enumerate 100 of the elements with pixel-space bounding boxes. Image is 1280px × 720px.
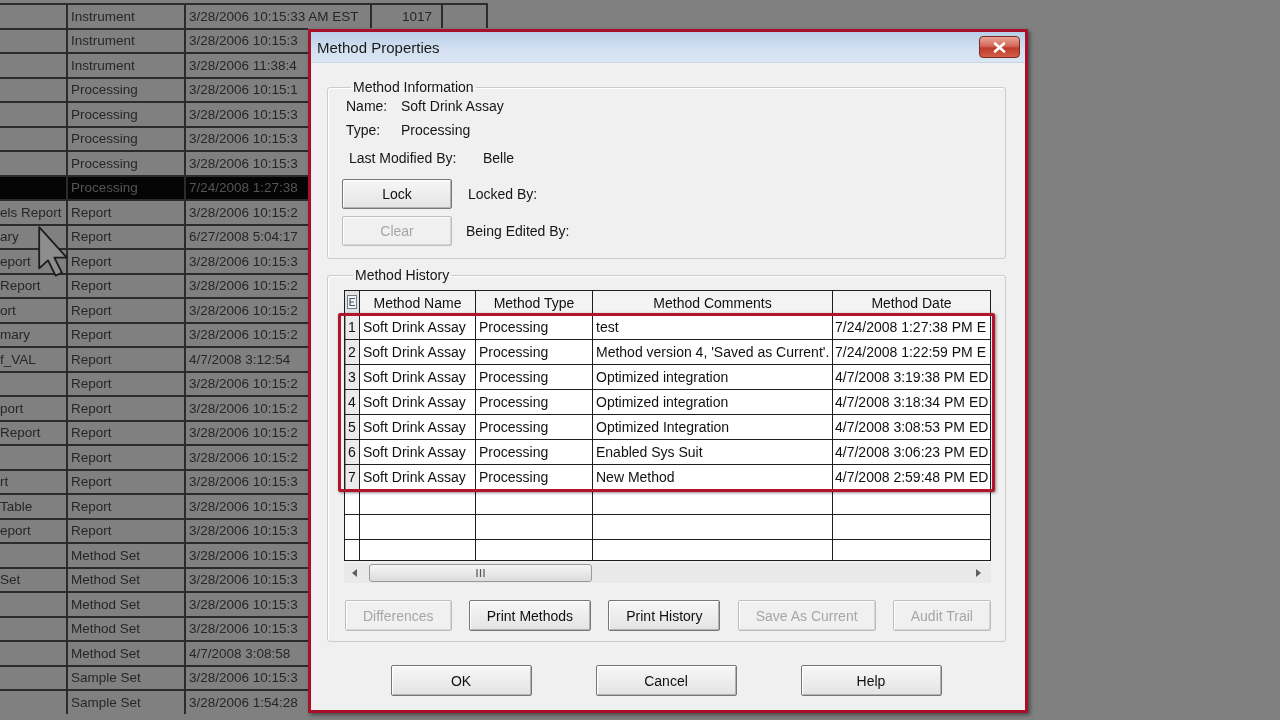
table-row[interactable]: Report Report 3/28/2006 10:15:2 bbox=[0, 272, 308, 297]
column-header[interactable]: Method Type bbox=[476, 291, 593, 314]
table-cell: Optimized integration bbox=[593, 390, 833, 414]
history-button[interactable]: Print Methods bbox=[468, 600, 592, 631]
row-header[interactable]: 1 bbox=[345, 315, 360, 339]
action-button[interactable]: Lock bbox=[342, 179, 452, 209]
table-cell-text: 7/24/2008 1:27:38 bbox=[188, 179, 299, 198]
table-row[interactable]: Method Set 3/28/2006 10:15:3 bbox=[0, 591, 308, 616]
table-row[interactable]: Report Report 3/28/2006 10:15:2 bbox=[0, 419, 308, 444]
close-button[interactable] bbox=[979, 36, 1020, 58]
table-row[interactable]: Method Set 3/28/2006 10:15:3 bbox=[0, 615, 308, 640]
table-cell: Processing bbox=[476, 340, 593, 364]
table-row[interactable]: eport Report 3/28/2006 10:15:3 bbox=[0, 248, 308, 273]
scrollbar-thumb[interactable] bbox=[369, 564, 592, 582]
table-row[interactable]: port Report 3/28/2006 10:15:2 bbox=[0, 395, 308, 420]
table-row[interactable]: Processing 3/28/2006 10:15:1 bbox=[0, 76, 308, 101]
table-cell-text: 3/28/2006 10:15:1 bbox=[188, 81, 299, 100]
column-header[interactable]: Method Date bbox=[833, 291, 990, 314]
table-cell: Optimized integration bbox=[593, 365, 833, 389]
table-cell-text: 3/28/2006 10:15:3 bbox=[188, 32, 299, 51]
row-header[interactable]: 6 bbox=[345, 440, 360, 464]
table-cell-text: 3/28/2006 10:15:2 bbox=[188, 326, 299, 345]
table-cell-text: 3/28/2006 10:15:3 bbox=[188, 154, 299, 173]
table-row[interactable]: Report 3/28/2006 10:15:2 bbox=[0, 444, 308, 469]
table-row[interactable]: Set Method Set 3/28/2006 10:15:3 bbox=[0, 566, 308, 591]
table-row[interactable]: Sample Set 3/28/2006 10:15:3 bbox=[0, 664, 308, 689]
table-cell: Optimized Integration bbox=[593, 415, 833, 439]
table-cell: Sample Set bbox=[68, 691, 186, 714]
column-header[interactable]: Method Name bbox=[360, 291, 476, 314]
table-cell-text: 3/28/2006 10:15:3 bbox=[188, 595, 299, 614]
table-cell: Soft Drink Assay bbox=[360, 340, 476, 364]
table-cell-text: 4/7/2008 3:06:23 PM ED bbox=[834, 443, 990, 462]
table-cell-text: 3/28/2006 10:15:3 bbox=[188, 473, 299, 492]
table-cell-text: 3/28/2006 10:15:3 bbox=[188, 669, 299, 688]
table-row[interactable]: Processing 3/28/2006 10:15:3 bbox=[0, 101, 308, 126]
table-row[interactable]: Method Set 4/7/2008 3:08:58 bbox=[0, 640, 308, 665]
table-cell: Processing bbox=[476, 440, 593, 464]
close-icon bbox=[993, 41, 1006, 53]
table-row[interactable]: mary Report 3/28/2006 10:15:2 bbox=[0, 321, 308, 346]
horizontal-scrollbar[interactable] bbox=[344, 563, 991, 583]
table-row[interactable]: Instrument 3/28/2006 10:15:33 AM EST 1017 bbox=[0, 3, 488, 28]
table-cell-text: 7/24/2008 1:22:59 PM E bbox=[834, 343, 987, 362]
table-cell-text: 4/7/2008 3:12:54 bbox=[188, 350, 292, 369]
table-row[interactable]: Method Set 3/28/2006 10:15:3 bbox=[0, 542, 308, 567]
row-header[interactable]: 2 bbox=[345, 340, 360, 364]
status-label: Being Edited By: bbox=[466, 223, 570, 239]
grip-icon bbox=[476, 569, 485, 577]
table-cell-text: 4/7/2008 3:08:53 PM ED bbox=[834, 418, 990, 437]
dialog-button[interactable]: Help bbox=[800, 665, 942, 696]
table-cell-text: 3/28/2006 10:15:3 bbox=[188, 571, 299, 590]
table-cell: Soft Drink Assay bbox=[360, 440, 476, 464]
table-row[interactable]: els Report Report 3/28/2006 10:15:2 bbox=[0, 199, 308, 224]
table-row[interactable]: Processing 7/24/2008 1:27:38 bbox=[0, 174, 308, 199]
table-row[interactable]: rt Report 3/28/2006 10:15:3 bbox=[0, 468, 308, 493]
table-row[interactable]: eport Report 3/28/2006 10:15:3 bbox=[0, 517, 308, 542]
table-cell: Soft Drink Assay bbox=[360, 315, 476, 339]
field-value: Soft Drink Assay bbox=[401, 98, 504, 114]
table-row[interactable]: ort Report 3/28/2006 10:15:2 bbox=[0, 297, 308, 322]
row-header[interactable]: 5 bbox=[345, 415, 360, 439]
row-header[interactable]: 3 bbox=[345, 365, 360, 389]
row-header[interactable]: 4 bbox=[345, 390, 360, 414]
table-cell-text: 3/28/2006 1:54:28 bbox=[188, 693, 299, 712]
cursor-icon bbox=[38, 226, 68, 277]
column-header[interactable]: Method Comments bbox=[593, 291, 833, 314]
window-title: Method Properties bbox=[317, 38, 440, 56]
history-button[interactable]: Print History bbox=[608, 600, 721, 631]
table-cell: test bbox=[593, 315, 833, 339]
table-cell: Processing bbox=[476, 415, 593, 439]
row-header[interactable]: 7 bbox=[345, 465, 360, 489]
table-row[interactable]: f_VAL Report 4/7/2008 3:12:54 bbox=[0, 346, 308, 371]
table-cell-text: 7/24/2008 1:27:38 PM E bbox=[834, 318, 987, 337]
table-row[interactable]: Instrument 3/28/2006 10:15:3 bbox=[0, 27, 308, 52]
table-cell-text: 3/28/2006 11:38:4 bbox=[188, 56, 298, 75]
field-value: Belle bbox=[483, 150, 515, 166]
table-cell: Soft Drink Assay bbox=[360, 415, 476, 439]
table-cell: Processing bbox=[476, 465, 593, 489]
dialog-button[interactable]: Cancel bbox=[595, 665, 737, 696]
table-row[interactable]: Instrument 3/28/2006 11:38:4 bbox=[0, 52, 308, 77]
table-cell-text: 4/7/2008 3:19:38 PM ED bbox=[834, 368, 990, 387]
table-cell: Soft Drink Assay bbox=[360, 365, 476, 389]
dialog-button[interactable]: OK bbox=[390, 665, 532, 696]
table-row[interactable]: Processing 3/28/2006 10:15:3 bbox=[0, 150, 308, 175]
table-cell-text: 3/28/2006 10:15:3 bbox=[188, 252, 299, 271]
scroll-right-icon[interactable] bbox=[976, 569, 981, 577]
table-cell-text: 3/28/2006 10:15:3 bbox=[188, 546, 299, 565]
field-label: Type: bbox=[346, 121, 382, 138]
scroll-left-icon[interactable] bbox=[352, 569, 357, 577]
table-cell: New Method bbox=[593, 465, 833, 489]
table-cell-text: 4/7/2008 2:59:48 PM ED bbox=[834, 468, 990, 487]
table-cell-text: 3/28/2006 10:15:2 bbox=[188, 277, 299, 296]
table-cell: 1017 bbox=[372, 5, 443, 28]
table-row[interactable]: Report 3/28/2006 10:15:2 bbox=[0, 370, 308, 395]
table-cell: Processing bbox=[476, 315, 593, 339]
table-row[interactable]: Sample Set 3/28/2006 1:54:28 bbox=[0, 689, 308, 714]
table-row[interactable]: Processing 3/28/2006 10:15:3 bbox=[0, 125, 308, 150]
table-cell-text: 4/7/2008 3:08:58 bbox=[188, 644, 292, 663]
table-cell: Enabled Sys Suit bbox=[593, 440, 833, 464]
table-cell-text: 4/7/2008 3:18:34 PM ED bbox=[834, 393, 990, 412]
table-cell: Soft Drink Assay bbox=[360, 465, 476, 489]
table-row[interactable]: Table Report 3/28/2006 10:15:3 bbox=[0, 493, 308, 518]
